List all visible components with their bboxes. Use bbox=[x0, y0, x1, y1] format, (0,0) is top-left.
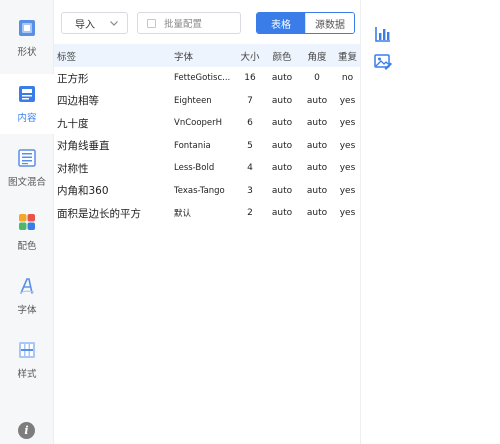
content-icon bbox=[19, 86, 35, 102]
cell-label[interactable]: 九十度 bbox=[57, 112, 167, 135]
table-row[interactable]: 对角线垂直 Fontania 5 auto auto yes bbox=[54, 135, 360, 158]
cell-label[interactable]: 内角和360 bbox=[57, 180, 167, 203]
header-size: 大小 bbox=[240, 51, 260, 63]
cell-font[interactable]: Eighteen bbox=[174, 90, 236, 113]
sidebar-item-shape[interactable]: 形状 bbox=[0, 8, 54, 68]
table-row[interactable]: 正方形 FetteGotisc... 16 auto 0 no bbox=[54, 67, 360, 90]
panel-divider bbox=[360, 0, 361, 444]
batch-config-checkbox[interactable] bbox=[147, 18, 156, 28]
cell-color[interactable]: auto bbox=[265, 202, 299, 225]
batch-config-label: 批量配置 bbox=[164, 19, 203, 30]
words-table: 标签 字体 大小 颜色 角度 重复 正方形 FetteGotisc... 16 aut… bbox=[54, 44, 360, 225]
cell-label[interactable]: 对角线垂直 bbox=[57, 135, 167, 158]
sidebar-item-label: 内容 bbox=[17, 113, 37, 124]
sidebar-item-label: 形状 bbox=[17, 47, 37, 58]
cell-font[interactable]: FetteGotisc... bbox=[174, 67, 236, 90]
table-row[interactable]: 四边相等 Eighteen 7 auto auto yes bbox=[54, 90, 360, 113]
import-dropdown[interactable]: 导入 bbox=[61, 12, 128, 34]
table-row[interactable]: 九十度 VnCooperH 6 auto auto yes bbox=[54, 112, 360, 135]
tab-source-data[interactable]: 源数据 bbox=[305, 13, 354, 33]
sidebar-item-label: 配色 bbox=[17, 241, 37, 252]
cell-size[interactable]: 5 bbox=[238, 135, 262, 158]
style-icon bbox=[19, 342, 35, 358]
cell-angle[interactable]: auto bbox=[302, 180, 332, 203]
cell-label[interactable]: 面积是边长的平方 bbox=[57, 202, 167, 225]
cell-size[interactable]: 6 bbox=[238, 112, 262, 135]
cell-repeat[interactable]: no bbox=[335, 67, 360, 90]
table-row[interactable]: 对称性 Less-Bold 4 auto auto yes bbox=[54, 157, 360, 180]
cell-angle[interactable]: 0 bbox=[302, 67, 332, 90]
table-body: 正方形 FetteGotisc... 16 auto 0 no 四边相等 Eighteen 7 a… bbox=[54, 67, 360, 225]
import-label: 导入 bbox=[75, 19, 95, 31]
cell-repeat[interactable]: yes bbox=[335, 157, 360, 180]
header-repeat: 重复 bbox=[337, 51, 357, 63]
cell-repeat[interactable]: yes bbox=[335, 135, 360, 158]
sidebar-item-label: 图文混合 bbox=[7, 177, 46, 188]
tab-table[interactable]: 表格 bbox=[257, 13, 305, 33]
cell-size[interactable]: 3 bbox=[238, 180, 262, 203]
cell-color[interactable]: auto bbox=[265, 157, 299, 180]
cell-size[interactable]: 2 bbox=[238, 202, 262, 225]
cell-font[interactable]: VnCooperH bbox=[174, 112, 236, 135]
sidebar-item-font[interactable]: 字体 bbox=[0, 266, 54, 326]
cell-color[interactable]: auto bbox=[265, 135, 299, 158]
cell-angle[interactable]: auto bbox=[302, 112, 332, 135]
cell-angle[interactable]: auto bbox=[302, 157, 332, 180]
sidebar-item-style[interactable]: 样式 bbox=[0, 330, 54, 390]
cell-angle[interactable]: auto bbox=[302, 135, 332, 158]
cell-size[interactable]: 16 bbox=[238, 67, 262, 90]
header-font: 字体 bbox=[174, 51, 194, 63]
cell-font[interactable]: 默认 bbox=[174, 202, 236, 225]
cell-size[interactable]: 4 bbox=[238, 157, 262, 180]
cell-label[interactable]: 对称性 bbox=[57, 157, 167, 180]
cell-label[interactable]: 正方形 bbox=[57, 67, 167, 90]
view-switch: 表格 源数据 bbox=[256, 12, 355, 34]
sidebar-item-label: 样式 bbox=[17, 369, 37, 380]
info-icon[interactable]: i bbox=[18, 422, 35, 439]
palette-icon bbox=[19, 214, 35, 230]
bar-chart-icon[interactable] bbox=[373, 24, 393, 44]
cell-repeat[interactable]: yes bbox=[335, 112, 360, 135]
cell-repeat[interactable]: yes bbox=[335, 180, 360, 203]
cell-color[interactable]: auto bbox=[265, 67, 299, 90]
font-icon bbox=[19, 278, 35, 294]
cell-angle[interactable]: auto bbox=[302, 90, 332, 113]
cell-color[interactable]: auto bbox=[265, 112, 299, 135]
image-text-icon bbox=[18, 149, 36, 167]
sidebar-item-image-text[interactable]: 图文混合 bbox=[0, 138, 54, 198]
shape-icon bbox=[19, 20, 35, 36]
cell-repeat[interactable]: yes bbox=[335, 90, 360, 113]
image-edit-icon[interactable] bbox=[373, 52, 393, 72]
cell-size[interactable]: 7 bbox=[238, 90, 262, 113]
table-row[interactable]: 内角和360 Texas-Tango 3 auto auto yes bbox=[54, 180, 360, 203]
cell-label[interactable]: 四边相等 bbox=[57, 90, 167, 113]
cell-repeat[interactable]: yes bbox=[335, 202, 360, 225]
sidebar-item-label: 字体 bbox=[17, 305, 37, 316]
left-sidebar: 形状 内容 图文混合 配色 字体 样式 i bbox=[0, 0, 54, 444]
table-header: 标签 字体 大小 颜色 角度 重复 bbox=[54, 44, 360, 67]
header-label: 标签 bbox=[57, 51, 77, 63]
sidebar-item-palette[interactable]: 配色 bbox=[0, 202, 54, 262]
cell-color[interactable]: auto bbox=[265, 180, 299, 203]
sidebar-item-content[interactable]: 内容 bbox=[0, 74, 54, 134]
chevron-down-icon bbox=[110, 21, 118, 26]
cell-font[interactable]: Fontania bbox=[174, 135, 236, 158]
batch-config-toggle[interactable]: 批量配置 bbox=[137, 12, 241, 34]
cell-color[interactable]: auto bbox=[265, 90, 299, 113]
header-angle: 角度 bbox=[307, 51, 327, 63]
header-color: 颜色 bbox=[272, 51, 292, 63]
cell-font[interactable]: Texas-Tango bbox=[174, 180, 236, 203]
table-row[interactable]: 面积是边长的平方 默认 2 auto auto yes bbox=[54, 202, 360, 225]
cell-font[interactable]: Less-Bold bbox=[174, 157, 236, 180]
cell-angle[interactable]: auto bbox=[302, 202, 332, 225]
